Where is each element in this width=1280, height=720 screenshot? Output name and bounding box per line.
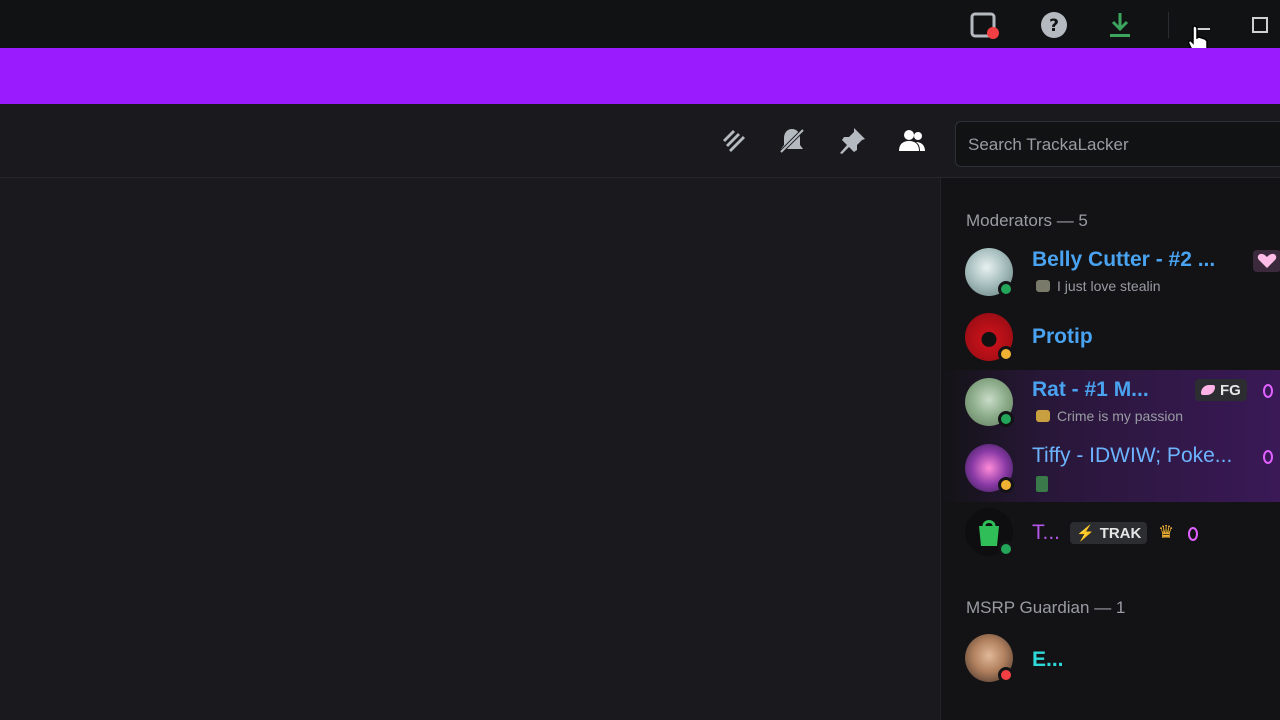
section-header-moderators: Moderators — 5 [966,211,1088,230]
member-status: Crime is my passion [1057,408,1184,424]
member-list: Moderators — 5 Belly Cutter - #2 ... I j… [940,178,1280,720]
member-item[interactable]: Belly Cutter - #2 ... I just love steali… [941,240,1280,306]
search-input[interactable]: Search TrackaLacker [955,121,1280,167]
pin-icon[interactable] [835,124,869,158]
online-status-icon [998,541,1014,557]
maximize-icon[interactable] [1243,8,1277,42]
chat-area [0,178,940,720]
lightning-icon: ⚡ [1076,525,1095,542]
member-item[interactable]: Rat - #1 M... FG Crime is my passion [941,370,1280,436]
custom-status-icon [1036,476,1048,492]
boost-gem-icon [1263,384,1273,398]
crown-icon: ♛ [1158,522,1175,543]
guild-tag: ⚡ TRAK [1070,522,1148,544]
online-status-icon [998,281,1014,297]
search-placeholder: Search TrackaLacker [968,135,1129,154]
channel-header: Search TrackaLacker [0,104,1280,178]
custom-status-icon [1036,280,1050,292]
member-name: E... [1032,648,1064,671]
help-icon[interactable]: ? [1037,8,1071,42]
member-name: Belly Cutter - #2 ... [1032,248,1216,271]
heart-badge-icon [1253,250,1280,272]
threads-icon[interactable] [715,124,749,158]
divider [1168,12,1169,38]
boost-gem-icon [1263,450,1273,464]
svg-text:?: ? [1049,16,1059,36]
title-bar: ? [0,0,1280,57]
member-name: Protip [1032,325,1093,348]
guild-tag: FG [1195,379,1247,401]
member-item[interactable]: Protip [941,305,1280,371]
custom-status-icon [1036,410,1050,422]
inbox-alert-icon[interactable] [968,8,1002,42]
member-list-icon[interactable] [895,124,929,158]
member-item[interactable]: T... ⚡ TRAK ♛ [941,500,1280,566]
download-icon[interactable] [1103,8,1137,42]
online-status-icon [998,411,1014,427]
member-name: T... [1032,521,1061,544]
feather-icon [1201,385,1215,395]
dnd-status-icon [998,667,1014,683]
notice-banner [0,48,1280,104]
member-name: Tiffy - IDWIW; Poke... [1032,444,1233,467]
idle-status-icon [998,477,1014,493]
idle-status-icon [998,346,1014,362]
guild-tag-label: TRAK [1099,524,1142,542]
boost-gem-icon [1188,527,1198,541]
guild-tag-label: FG [1220,381,1241,399]
member-name: Rat - #1 M... [1032,378,1149,401]
section-header-msrp-guardian: MSRP Guardian — 1 [966,598,1126,617]
member-item[interactable]: E... [941,626,1280,692]
mute-notifications-icon[interactable] [775,124,809,158]
member-status: I just love stealin [1057,278,1161,294]
member-item[interactable]: Tiffy - IDWIW; Poke... [941,436,1280,502]
